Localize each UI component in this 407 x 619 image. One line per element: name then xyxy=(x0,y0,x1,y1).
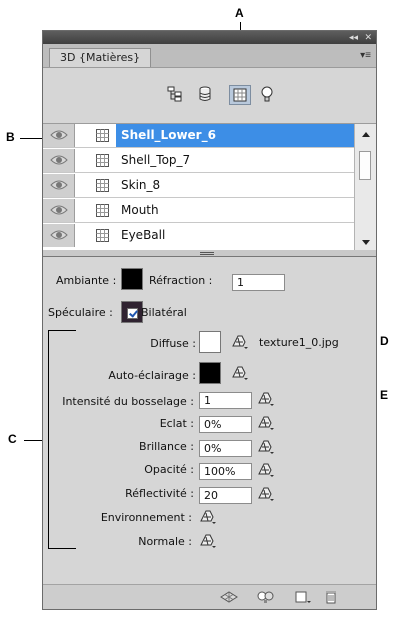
opacite-label: Opacité : xyxy=(144,463,194,476)
callout-d: D xyxy=(380,334,389,348)
scroll-up-icon[interactable] xyxy=(362,132,370,137)
list-item-label: Shell_Lower_6 xyxy=(121,128,216,142)
bump-texture-menu-icon[interactable] xyxy=(257,391,275,407)
callout-a: A xyxy=(235,6,244,20)
list-item-label: Skin_8 xyxy=(121,178,161,192)
tab-3d-materials[interactable]: 3D {Matières} xyxy=(49,48,152,67)
opacite-texture-menu-icon[interactable] xyxy=(257,462,275,478)
scroll-down-icon[interactable] xyxy=(362,240,370,245)
eclat-texture-menu-icon[interactable] xyxy=(257,415,275,431)
callout-e: E xyxy=(380,388,389,402)
material-icon xyxy=(96,204,109,217)
visibility-eye-icon[interactable] xyxy=(43,224,75,247)
materials-icon[interactable] xyxy=(229,85,251,105)
refraction-field[interactable]: 1 xyxy=(232,274,285,291)
callout-c-bracket xyxy=(48,330,49,549)
panel-splitter[interactable] xyxy=(43,250,376,257)
callout-c: C xyxy=(8,432,17,446)
list-item-label: Shell_Top_7 xyxy=(121,153,191,167)
brillance-field[interactable]: 0% xyxy=(199,440,252,457)
diffuse-color-swatch[interactable] xyxy=(199,331,221,353)
panel-titlebar[interactable]: ◂◂ ✕ xyxy=(43,31,376,44)
panel-bottom-bar xyxy=(43,584,376,609)
list-scrollbar[interactable] xyxy=(354,124,376,251)
material-icon xyxy=(96,229,109,242)
panel-filter-toolbar xyxy=(43,85,376,107)
3d-materials-panel: ◂◂ ✕ 3D {Matières} ▾≡ Shell_Lower_6 Shel… xyxy=(42,30,377,610)
scroll-thumb[interactable] xyxy=(359,151,371,180)
bilateral-checkbox[interactable] xyxy=(127,308,138,319)
snapshot-icon[interactable] xyxy=(255,590,277,604)
normale-label: Normale : xyxy=(138,535,192,548)
visibility-eye-icon[interactable] xyxy=(43,124,75,147)
list-item[interactable]: Shell_Lower_6 xyxy=(43,124,354,148)
visibility-eye-icon[interactable] xyxy=(43,174,75,197)
ambiante-label: Ambiante : xyxy=(56,274,117,287)
diffuse-texture-name: texture1_0.jpg xyxy=(259,336,339,349)
reflectivite-field[interactable]: 20 xyxy=(199,487,252,504)
list-item[interactable]: Mouth xyxy=(43,199,354,223)
eclat-field[interactable]: 0% xyxy=(199,416,252,433)
list-item-label: EyeBall xyxy=(121,228,166,242)
panel-menu-icon[interactable]: ▾≡ xyxy=(360,50,371,61)
material-icon xyxy=(96,129,109,142)
auto-eclairage-texture-menu-icon[interactable] xyxy=(231,365,249,381)
ambiante-color-swatch[interactable] xyxy=(121,268,143,290)
list-item[interactable]: EyeBall xyxy=(43,224,354,248)
speculaire-label: Spéculaire : xyxy=(48,306,113,319)
bilateral-label: Bilatéral xyxy=(141,306,187,319)
new-material-icon[interactable] xyxy=(294,590,312,604)
auto-eclairage-color-swatch[interactable] xyxy=(199,362,221,384)
diffuse-label: Diffuse : xyxy=(150,337,196,350)
collapse-icon[interactable]: ◂◂ xyxy=(349,32,358,43)
list-item[interactable]: Skin_8 xyxy=(43,174,354,198)
opacite-field[interactable]: 100% xyxy=(199,463,252,480)
normale-texture-menu-icon[interactable] xyxy=(199,533,217,549)
brillance-label: Brillance : xyxy=(139,440,194,453)
list-item-label: Mouth xyxy=(121,203,159,217)
light-bulb-icon[interactable] xyxy=(257,85,279,105)
material-icon xyxy=(96,154,109,167)
panel-tab-row: 3D {Matières} ▾≡ xyxy=(43,44,376,68)
material-list: Shell_Lower_6 Shell_Top_7 Skin_8 Mouth E… xyxy=(43,123,376,252)
environnement-label: Environnement : xyxy=(100,511,192,524)
environnement-texture-menu-icon[interactable] xyxy=(199,509,217,525)
bump-intensity-field[interactable]: 1 xyxy=(199,392,252,409)
reflectivite-label: Réflectivité : xyxy=(125,487,194,500)
bump-intensity-label: Intensité du bosselage : xyxy=(62,395,194,408)
scene-icon[interactable] xyxy=(165,85,187,105)
visibility-eye-icon[interactable] xyxy=(43,149,75,172)
eclat-label: Eclat : xyxy=(159,417,194,430)
trash-icon[interactable] xyxy=(324,590,338,604)
callout-b: B xyxy=(6,130,15,144)
auto-eclairage-label: Auto-éclairage : xyxy=(108,369,196,382)
diffuse-texture-menu-icon[interactable] xyxy=(231,334,249,350)
mesh-icon[interactable] xyxy=(195,85,217,105)
visibility-eye-icon[interactable] xyxy=(43,199,75,222)
close-icon[interactable]: ✕ xyxy=(364,32,372,43)
list-item[interactable]: Shell_Top_7 xyxy=(43,149,354,173)
brillance-texture-menu-icon[interactable] xyxy=(257,439,275,455)
material-icon xyxy=(96,179,109,192)
render-icon[interactable] xyxy=(219,590,243,604)
callout-c-bracket-bottom xyxy=(48,548,76,549)
callout-c-bracket-top xyxy=(48,330,76,331)
reflectivite-texture-menu-icon[interactable] xyxy=(257,486,275,502)
refraction-label: Réfraction : xyxy=(149,274,213,287)
